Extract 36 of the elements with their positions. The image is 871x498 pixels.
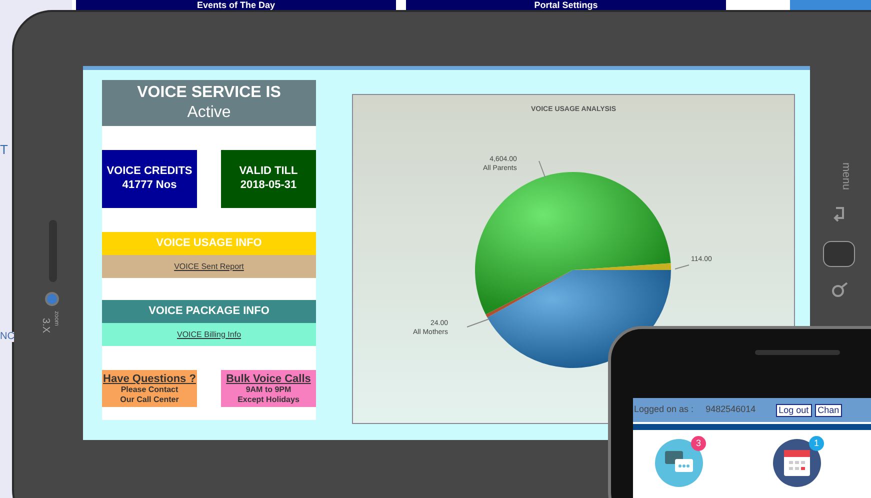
leader-line <box>466 318 490 328</box>
help-text: Our Call Center <box>120 394 179 404</box>
page-text-fragment: T <box>0 141 8 159</box>
help-text: 9AM to 9PM <box>246 384 292 394</box>
header-button[interactable]: Log out <box>776 404 812 416</box>
header-tab[interactable]: Events of The Day <box>76 0 396 10</box>
section-header: VOICE PACKAGE INFO <box>102 300 316 323</box>
report-link[interactable]: VOICE Billing Info <box>176 328 242 340</box>
status-title: VOICE SERVICE IS <box>137 83 281 103</box>
side-label: menu <box>839 162 854 190</box>
status-value: Active <box>187 103 231 123</box>
search-icon[interactable] <box>831 282 849 298</box>
leader-line <box>538 160 546 178</box>
tile-title: VALID TILL <box>239 165 298 179</box>
help-text: Please Contact <box>120 384 178 394</box>
tile-value: 2018-05-31 <box>240 179 297 193</box>
help-link[interactable]: Bulk Voice Calls <box>226 372 311 384</box>
home-button[interactable] <box>823 241 855 267</box>
help-text: Except Holidays <box>238 394 300 404</box>
header-button[interactable]: Chan <box>814 404 842 416</box>
leader-line <box>674 264 690 270</box>
calendar-icon[interactable] <box>773 439 821 487</box>
header-tab[interactable]: Portal Settings <box>406 0 726 10</box>
help-link[interactable]: Have Questions ? <box>103 372 196 384</box>
chat-bubbles-icon[interactable] <box>655 439 703 487</box>
notification-badge: 1 <box>809 436 824 451</box>
logged-label: Logged on as : <box>634 403 694 416</box>
side-label: 3.X <box>39 318 52 333</box>
report-link[interactable]: VOICE Sent Report <box>174 260 244 272</box>
user-number: 9482546014 <box>706 403 756 416</box>
page-text-fragment: NC <box>0 332 14 342</box>
tile-title: VOICE CREDITS <box>106 165 192 179</box>
notification-badge: 3 <box>691 436 706 451</box>
section-header: VOICE USAGE INFO <box>102 232 316 255</box>
tile-value: 41777 Nos <box>122 179 177 193</box>
back-arrow-icon[interactable] <box>832 206 846 222</box>
